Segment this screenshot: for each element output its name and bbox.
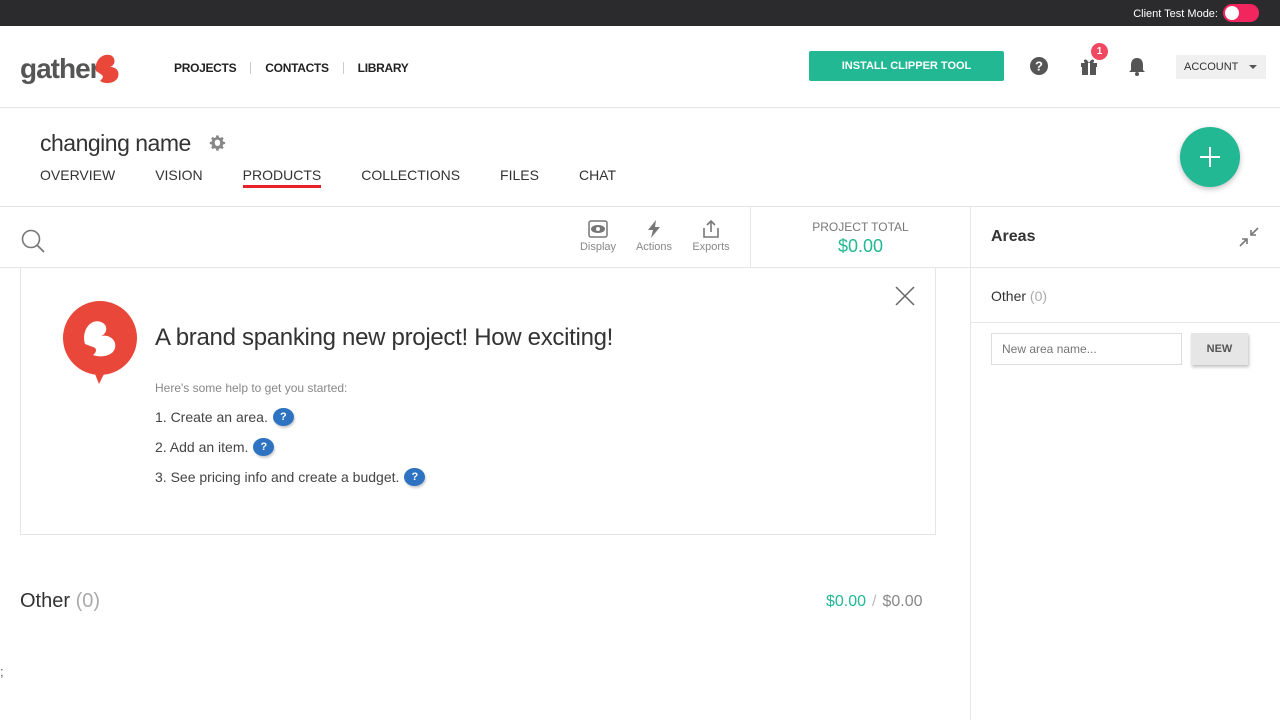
collapse-icon[interactable] [1238, 226, 1260, 248]
project-total-label: PROJECT TOTAL [812, 220, 909, 234]
nav-projects[interactable]: PROJECTS [174, 61, 237, 75]
account-dropdown[interactable]: ACCOUNT [1176, 55, 1266, 79]
exports-button[interactable]: Exports [686, 219, 736, 253]
areas-title: Areas [991, 228, 1036, 245]
chevron-down-icon [1249, 65, 1257, 69]
actions-label: Actions [635, 241, 673, 253]
tab-products[interactable]: PRODUCTS [242, 167, 321, 188]
tab-overview[interactable]: OVERVIEW [40, 167, 115, 187]
account-label: ACCOUNT [1184, 61, 1239, 73]
area-budget: $0.00 [882, 593, 923, 610]
areas-sidebar: Areas Other (0) NEW [970, 207, 1280, 720]
nav-divider [342, 62, 344, 74]
close-icon[interactable] [895, 286, 915, 306]
sidebar-area-count: (0) [1029, 288, 1048, 304]
squirrel-logo-icon [95, 54, 119, 84]
app-header: gather PROJECTS CONTACTS LIBRARY INSTALL… [0, 26, 1280, 108]
gift-notification-badge: 1 [1091, 43, 1108, 60]
tab-chat[interactable]: CHAT [579, 167, 616, 187]
help-icon[interactable]: ? [1028, 55, 1050, 77]
new-area-name-input[interactable] [991, 333, 1182, 365]
actions-button[interactable]: Actions [629, 219, 679, 253]
logo-text: gather [20, 53, 101, 84]
toggle-knob [1225, 6, 1239, 20]
bell-icon[interactable] [1126, 55, 1148, 77]
project-tabs: OVERVIEW VISION PRODUCTS COLLECTIONS FIL… [40, 167, 656, 188]
display-label: Display [579, 241, 617, 253]
help-question-icon[interactable]: ? [253, 438, 275, 456]
add-fab-button[interactable] [1180, 127, 1240, 187]
help-question-icon[interactable]: ? [404, 468, 426, 486]
help-step-text: 1. Create an area. [155, 409, 268, 425]
exports-label: Exports [692, 241, 730, 253]
help-step-text: 2. Add an item. [155, 439, 249, 455]
lightning-icon [648, 220, 660, 238]
project-header: changing name OVERVIEW VISION PRODUCTS C… [0, 108, 1280, 207]
gear-icon[interactable] [209, 135, 226, 152]
project-total: PROJECT TOTAL $0.00 [750, 207, 970, 268]
products-toolbar: Display Actions Exports PROJECT TOTAL $0… [0, 207, 970, 268]
area-name: Other [20, 590, 71, 612]
client-test-mode-toggle[interactable] [1223, 4, 1259, 22]
export-icon [703, 219, 719, 238]
main-nav: PROJECTS CONTACTS LIBRARY [174, 61, 409, 75]
area-spent: $0.00 [826, 593, 867, 610]
squirrel-bubble-icon [63, 301, 137, 384]
tab-vision[interactable]: VISION [155, 167, 202, 187]
tab-files[interactable]: FILES [500, 167, 539, 187]
sidebar-area-label: Other (0) [991, 288, 1047, 304]
help-step: 1. Create an area. ? [155, 408, 294, 426]
areas-sidebar-header: Areas [971, 207, 1280, 268]
nav-divider [250, 62, 252, 74]
project-total-value: $0.00 [837, 236, 884, 256]
nav-contacts[interactable]: CONTACTS [265, 61, 329, 75]
help-question-icon[interactable]: ? [272, 408, 294, 426]
welcome-card: A brand spanking new project! How exciti… [20, 268, 936, 535]
top-bar: Client Test Mode: [0, 0, 1280, 26]
price-separator: / [872, 593, 877, 610]
display-button[interactable]: Display [573, 219, 623, 253]
project-title: changing name [40, 130, 191, 156]
tab-collections[interactable]: COLLECTIONS [361, 167, 460, 187]
welcome-intro: Here's some help to get you started: [155, 381, 348, 395]
area-price-summary: $0.00 / $0.00 [826, 593, 923, 611]
search-icon[interactable] [20, 228, 46, 254]
client-test-mode-label: Client Test Mode: [1133, 8, 1218, 20]
new-area-button[interactable]: NEW [1191, 333, 1248, 365]
help-step-text: 3. See pricing info and create a budget. [155, 469, 400, 485]
stray-character: ; [0, 664, 4, 679]
sidebar-area-item[interactable]: Other (0) [971, 268, 1280, 323]
welcome-title: A brand spanking new project! How exciti… [155, 324, 614, 351]
eye-icon [588, 220, 608, 238]
nav-library[interactable]: LIBRARY [358, 61, 409, 75]
svg-text:?: ? [1035, 59, 1043, 74]
help-step: 3. See pricing info and create a budget.… [155, 468, 426, 486]
install-clipper-tool-button[interactable]: INSTALL CLIPPER TOOL [809, 51, 1004, 81]
sidebar-area-name: Other [991, 288, 1027, 304]
help-step: 2. Add an item. ? [155, 438, 275, 456]
area-section-title: Other (0) [20, 590, 100, 613]
area-count: (0) [75, 590, 101, 612]
